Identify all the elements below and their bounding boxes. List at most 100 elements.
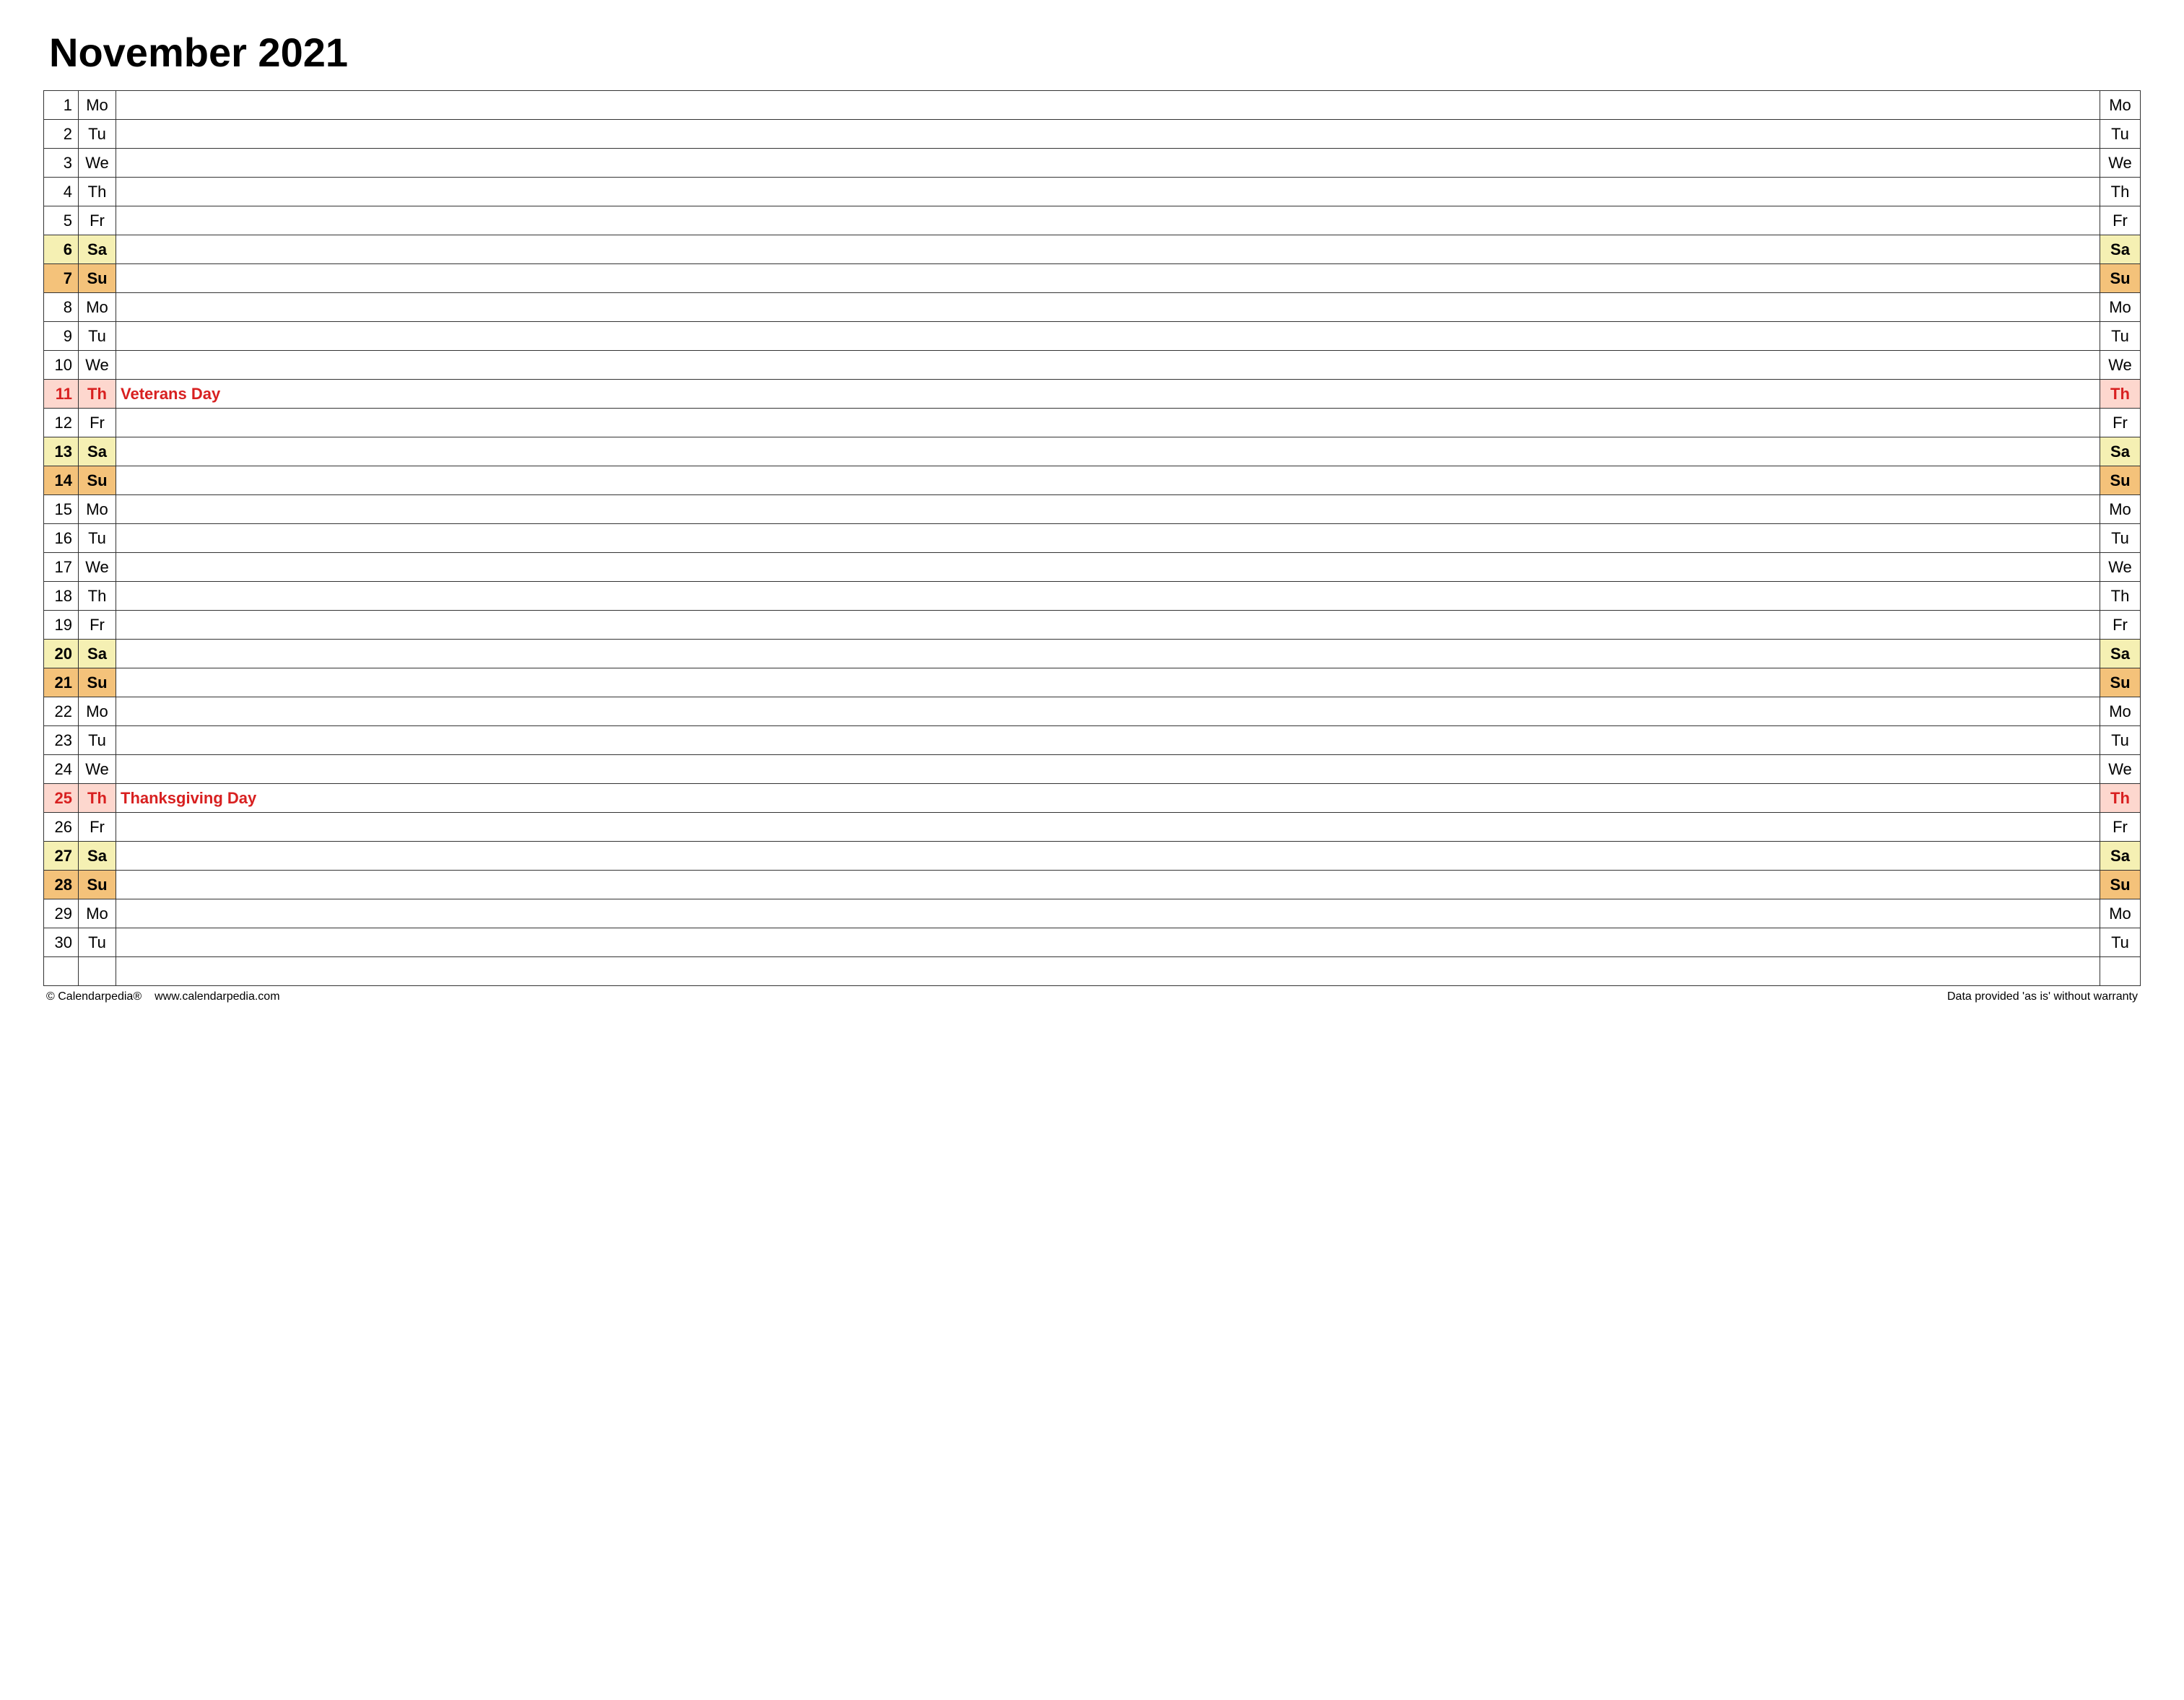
day-of-week-right: We xyxy=(2100,149,2141,178)
table-row: 13SaSa xyxy=(44,437,2141,466)
table-row: 2TuTu xyxy=(44,120,2141,149)
day-note xyxy=(116,611,2100,640)
day-of-week-left: Fr xyxy=(79,409,116,437)
day-of-week-right: Th xyxy=(2100,582,2141,611)
day-note xyxy=(116,120,2100,149)
day-note xyxy=(116,293,2100,322)
day-number: 3 xyxy=(44,149,79,178)
day-of-week-right: Fr xyxy=(2100,611,2141,640)
day-note xyxy=(116,351,2100,380)
day-number: 17 xyxy=(44,553,79,582)
table-row: 9TuTu xyxy=(44,322,2141,351)
day-of-week-left: Fr xyxy=(79,813,116,842)
footer-disclaimer: Data provided 'as is' without warranty xyxy=(1947,990,2138,1003)
day-note xyxy=(116,524,2100,553)
day-of-week-left: Su xyxy=(79,466,116,495)
day-of-week-left: Tu xyxy=(79,726,116,755)
day-of-week-left: Tu xyxy=(79,120,116,149)
day-number: 2 xyxy=(44,120,79,149)
day-note xyxy=(116,495,2100,524)
day-of-week-right: Sa xyxy=(2100,842,2141,871)
day-of-week-left: Su xyxy=(79,668,116,697)
day-number: 4 xyxy=(44,178,79,206)
day-of-week-right xyxy=(2100,957,2141,986)
day-of-week-right: Tu xyxy=(2100,120,2141,149)
day-note xyxy=(116,668,2100,697)
day-number: 19 xyxy=(44,611,79,640)
table-row: 27SaSa xyxy=(44,842,2141,871)
day-of-week-right: Sa xyxy=(2100,640,2141,668)
table-row: 10WeWe xyxy=(44,351,2141,380)
day-of-week-left: Mo xyxy=(79,697,116,726)
footer-copyright: © Calendarpedia® xyxy=(46,990,142,1003)
day-of-week-right: Th xyxy=(2100,178,2141,206)
day-number: 8 xyxy=(44,293,79,322)
calendar-table: 1MoMo2TuTu3WeWe4ThTh5FrFr6SaSa7SuSu8MoMo… xyxy=(43,90,2141,986)
day-of-week-left: Mo xyxy=(79,91,116,120)
day-of-week-right: We xyxy=(2100,755,2141,784)
day-of-week-right: Su xyxy=(2100,668,2141,697)
table-row: 30TuTu xyxy=(44,928,2141,957)
day-of-week-right: Mo xyxy=(2100,293,2141,322)
table-row: 26FrFr xyxy=(44,813,2141,842)
day-note: Veterans Day xyxy=(116,380,2100,409)
day-note xyxy=(116,466,2100,495)
day-number: 27 xyxy=(44,842,79,871)
day-note xyxy=(116,149,2100,178)
table-row: 12FrFr xyxy=(44,409,2141,437)
day-of-week-right: We xyxy=(2100,553,2141,582)
day-note xyxy=(116,813,2100,842)
day-of-week-left: Th xyxy=(79,784,116,813)
day-note xyxy=(116,957,2100,986)
table-row: 16TuTu xyxy=(44,524,2141,553)
day-number: 28 xyxy=(44,871,79,899)
day-number: 21 xyxy=(44,668,79,697)
day-number: 24 xyxy=(44,755,79,784)
day-number: 16 xyxy=(44,524,79,553)
table-row: 20SaSa xyxy=(44,640,2141,668)
day-note xyxy=(116,178,2100,206)
day-number: 9 xyxy=(44,322,79,351)
day-of-week-right: Su xyxy=(2100,466,2141,495)
table-row: 18ThTh xyxy=(44,582,2141,611)
day-of-week-left: Sa xyxy=(79,842,116,871)
table-row: 17WeWe xyxy=(44,553,2141,582)
day-of-week-right: Su xyxy=(2100,264,2141,293)
table-row: 8MoMo xyxy=(44,293,2141,322)
day-number: 25 xyxy=(44,784,79,813)
day-of-week-left: We xyxy=(79,351,116,380)
day-note: Thanksgiving Day xyxy=(116,784,2100,813)
day-number: 15 xyxy=(44,495,79,524)
day-number: 5 xyxy=(44,206,79,235)
day-of-week-left: Su xyxy=(79,871,116,899)
day-note xyxy=(116,322,2100,351)
day-of-week-right: We xyxy=(2100,351,2141,380)
day-of-week-left: Sa xyxy=(79,235,116,264)
day-number: 10 xyxy=(44,351,79,380)
day-note xyxy=(116,206,2100,235)
day-of-week-right: Sa xyxy=(2100,235,2141,264)
day-of-week-left: We xyxy=(79,755,116,784)
day-of-week-right: Tu xyxy=(2100,322,2141,351)
day-of-week-left: Tu xyxy=(79,322,116,351)
day-number: 1 xyxy=(44,91,79,120)
day-of-week-left: We xyxy=(79,553,116,582)
day-number: 23 xyxy=(44,726,79,755)
day-note xyxy=(116,899,2100,928)
day-of-week-right: Mo xyxy=(2100,697,2141,726)
table-row: 23TuTu xyxy=(44,726,2141,755)
table-row: 14SuSu xyxy=(44,466,2141,495)
day-of-week-left: Su xyxy=(79,264,116,293)
day-of-week-left: Th xyxy=(79,380,116,409)
day-of-week-left: Tu xyxy=(79,524,116,553)
day-note xyxy=(116,871,2100,899)
day-of-week-right: Th xyxy=(2100,784,2141,813)
table-row: 24WeWe xyxy=(44,755,2141,784)
day-note xyxy=(116,842,2100,871)
day-number: 18 xyxy=(44,582,79,611)
day-note xyxy=(116,928,2100,957)
day-number: 30 xyxy=(44,928,79,957)
table-row xyxy=(44,957,2141,986)
table-row: 19FrFr xyxy=(44,611,2141,640)
day-note xyxy=(116,755,2100,784)
